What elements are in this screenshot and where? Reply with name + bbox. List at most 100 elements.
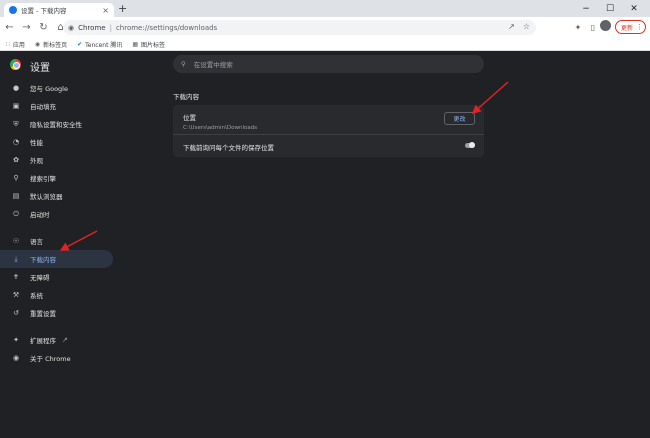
toolbar: ← → ↻ ⌂ ◉ Chrome | chrome://settings/dow… (0, 17, 650, 38)
sidebar-item-you-and-google[interactable]: ● 您与 Google (0, 79, 120, 97)
bookmarks-bar: ∷ 应用 ◉ 新标签页 ✔ Tencent 腾讯 ▦ 图片标签 (0, 38, 650, 51)
sidebar-item-label: 启动时 (30, 211, 50, 219)
sidebar-item-label: 默认浏览器 (30, 193, 63, 201)
downloads-section-title: 下载内容 (173, 93, 199, 101)
sidebar-item-autofill[interactable]: ▣ 自动填充 (0, 97, 120, 115)
sidebar-item-languages[interactable]: ☉ 语言 (0, 232, 120, 250)
menu-dots-icon: ⋮ (636, 23, 644, 31)
bookmark-label: 图片标签 (141, 41, 166, 49)
clipboard-icon: ▣ (12, 102, 20, 110)
tab-close-icon[interactable]: × (102, 6, 109, 15)
downloads-card: 位置 C:\Users\admin\Downloads 更改 下载前询问每个文件… (173, 105, 484, 157)
sidebar-item-about-chrome[interactable]: ◉ 关于 Chrome (0, 349, 120, 367)
image-icon: ▦ (132, 40, 139, 48)
chrome-icon: ◉ (12, 354, 20, 362)
sidebar-item-label: 自动填充 (30, 103, 56, 111)
tab-settings-downloads[interactable]: 设置 - 下载内容 × (4, 3, 114, 17)
speedometer-icon: ◔ (12, 138, 20, 146)
maximize-button[interactable]: ☐ (598, 0, 622, 17)
change-location-button[interactable]: 更改 (444, 112, 475, 125)
bookmark-images[interactable]: ▦ 图片标签 (132, 40, 165, 49)
accessibility-icon: ✝ (13, 273, 19, 281)
power-icon: ⏻ (13, 209, 19, 218)
settings-search-input[interactable]: ⚲ 在设置中搜索 (173, 55, 484, 73)
address-bar[interactable]: ◉ Chrome | chrome://settings/downloads ↗… (63, 20, 536, 35)
back-arrow-icon[interactable]: ← (2, 20, 17, 35)
sidebar-item-default-browser[interactable]: ▤ 默认浏览器 (0, 187, 120, 205)
update-button[interactable]: 更新 ⋮ (615, 20, 646, 34)
bookmark-new-tab[interactable]: ◉ 新标签页 (35, 40, 67, 49)
bookmark-star-icon[interactable]: ☆ (523, 22, 530, 31)
settings-sidebar: ● 您与 Google ▣ 自动填充 ⛨ 隐私设置和安全性 ◔ 性能 ✿ 外观 … (0, 79, 120, 367)
sidebar-item-accessibility[interactable]: ✝ 无障碍 (0, 268, 120, 286)
tab-title: 设置 - 下载内容 (21, 7, 67, 15)
search-icon: ⚲ (181, 60, 186, 68)
tab-strip: 设置 - 下载内容 × + − ☐ ✕ (0, 0, 650, 17)
globe-icon: ◉ (34, 40, 41, 48)
puzzle-icon: ✦ (13, 336, 19, 344)
sidebar-item-performance[interactable]: ◔ 性能 (0, 133, 120, 151)
sidebar-item-reset[interactable]: ↺ 重置设置 (0, 304, 120, 322)
sidebar-item-label: 重置设置 (30, 310, 56, 318)
url-text: chrome://settings/downloads (115, 23, 218, 32)
apps-icon: ∷ (6, 40, 10, 48)
sidebar-item-appearance[interactable]: ✿ 外观 (0, 151, 120, 169)
bookmark-apps[interactable]: ∷ 应用 (6, 40, 25, 49)
sidebar-item-label: 关于 Chrome (30, 355, 71, 363)
bookmark-label: 应用 (12, 41, 25, 49)
sidebar-item-label: 扩展程序 (30, 337, 56, 345)
close-window-button[interactable]: ✕ (622, 0, 646, 17)
wrench-icon: ⚒ (12, 291, 20, 299)
share-icon[interactable]: ↗ (508, 22, 515, 31)
sidebar-item-label: 系统 (30, 292, 43, 300)
bookmark-tencent[interactable]: ✔ Tencent 腾讯 (77, 40, 122, 49)
location-label: 位置 (183, 114, 196, 122)
sidebar-item-label: 下载内容 (30, 256, 56, 264)
location-path: C:\Users\admin\Downloads (183, 125, 258, 131)
tencent-icon: ✔ (77, 40, 83, 48)
side-panel-icon[interactable]: ▯ (586, 20, 600, 34)
bookmark-label: Tencent 腾讯 (85, 41, 123, 49)
person-icon: ● (12, 84, 20, 92)
browser-icon: ▤ (12, 192, 20, 200)
sidebar-item-system[interactable]: ⚒ 系统 (0, 286, 120, 304)
sidebar-item-privacy[interactable]: ⛨ 隐私设置和安全性 (0, 115, 120, 133)
sidebar-item-label: 性能 (30, 139, 43, 147)
chrome-site-icon: ◉ (68, 23, 75, 32)
download-icon: ⤓ (14, 254, 18, 263)
reload-icon[interactable]: ↻ (36, 20, 51, 35)
sidebar-item-extensions[interactable]: ✦ 扩展程序 ↗ (0, 331, 120, 349)
update-label: 更新 (621, 24, 634, 32)
page-title: 设置 (30, 63, 50, 74)
ask-where-to-save-label: 下载前询问每个文件的保存位置 (183, 144, 274, 152)
sidebar-item-search-engine[interactable]: ⚲ 搜索引擎 (0, 169, 120, 187)
chrome-logo-icon (10, 59, 21, 70)
card-divider (173, 134, 484, 135)
sidebar-item-downloads[interactable]: ⤓ 下载内容 (0, 250, 113, 268)
search-placeholder: 在设置中搜索 (193, 61, 233, 69)
palette-icon: ✿ (13, 156, 19, 164)
sidebar-item-label: 隐私设置和安全性 (30, 121, 82, 129)
sidebar-item-label: 您与 Google (30, 85, 68, 93)
forward-arrow-icon[interactable]: → (19, 20, 34, 35)
new-tab-button[interactable]: + (118, 3, 127, 15)
sidebar-item-label: 语言 (30, 238, 43, 246)
sidebar-item-on-startup[interactable]: ⏻ 启动时 (0, 205, 120, 223)
location-row: 位置 C:\Users\admin\Downloads (183, 112, 257, 131)
external-link-icon: ↗ (62, 336, 68, 344)
minimize-button[interactable]: − (574, 0, 598, 17)
url-separator: | (109, 23, 112, 32)
settings-favicon-icon (9, 6, 17, 14)
profile-avatar[interactable] (600, 20, 611, 31)
extensions-puzzle-icon[interactable]: ✦ (571, 20, 585, 34)
ask-where-to-save-toggle[interactable] (465, 142, 475, 148)
settings-page: 设置 ⚲ 在设置中搜索 ● 您与 Google ▣ 自动填充 ⛨ 隐私设置和安全… (0, 51, 650, 438)
language-icon: ☉ (12, 237, 20, 245)
sidebar-item-label: 无障碍 (30, 274, 50, 282)
bookmark-label: 新标签页 (43, 41, 68, 49)
site-chip: Chrome (78, 23, 106, 32)
shield-icon: ⛨ (13, 119, 19, 128)
sidebar-item-label: 搜索引擎 (30, 175, 56, 183)
